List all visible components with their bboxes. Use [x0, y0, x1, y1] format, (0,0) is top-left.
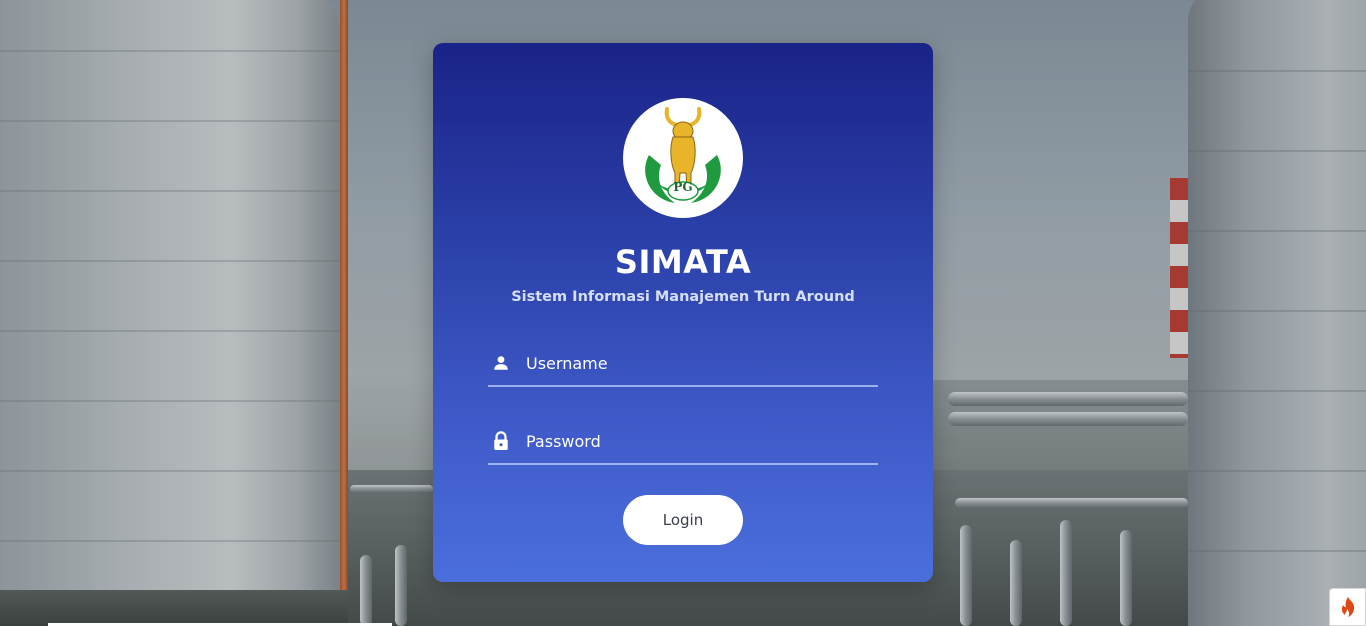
logo-badge: PG: [623, 98, 743, 218]
lock-icon: [488, 428, 514, 454]
login-button[interactable]: Login: [623, 495, 743, 545]
app-title: SIMATA: [614, 243, 752, 281]
login-card: PG SIMATA Sistem Informasi Manajemen Tur…: [433, 43, 933, 582]
codeigniter-badge[interactable]: [1329, 588, 1366, 626]
logo-text: PG: [673, 180, 693, 194]
username-field: [488, 341, 878, 387]
app-subtitle: Sistem Informasi Manajemen Turn Around: [511, 289, 855, 305]
password-input[interactable]: [526, 431, 878, 451]
user-icon: [488, 350, 514, 376]
petrokimia-bull-logo: [645, 107, 721, 203]
username-input[interactable]: [526, 353, 878, 373]
codeigniter-flame-icon: [1341, 597, 1354, 617]
password-field: [488, 419, 878, 465]
